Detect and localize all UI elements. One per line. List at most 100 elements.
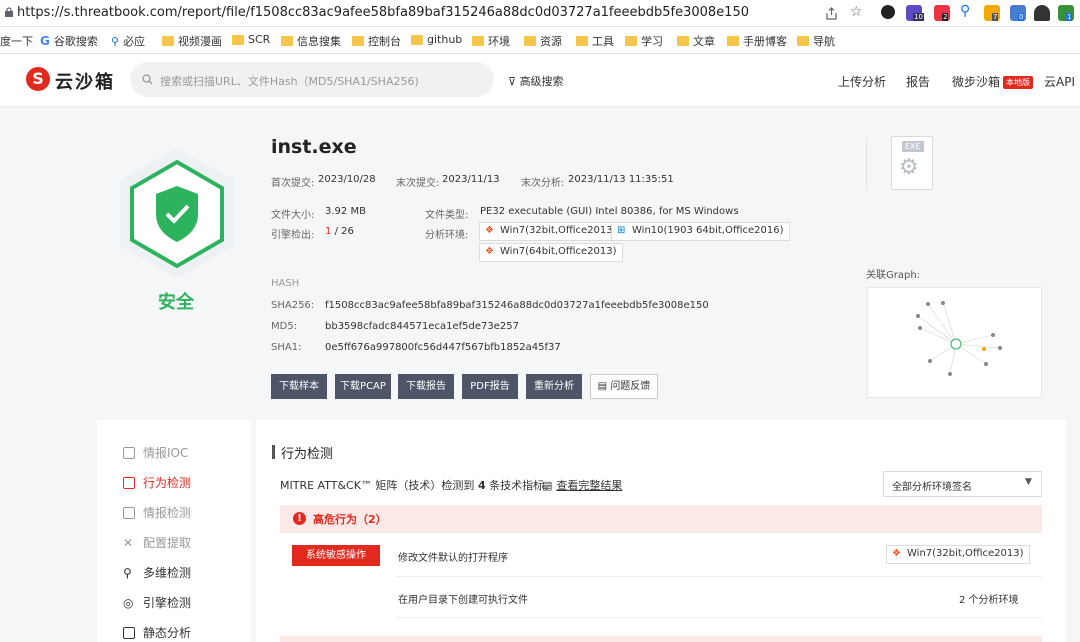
bookmark-item[interactable]: 手册博客 xyxy=(727,33,787,49)
bookmark-item[interactable]: 控制台 xyxy=(352,33,401,49)
md5-value[interactable]: bb3598cfadc844571eca1ef5de73e257 xyxy=(325,321,519,332)
windows-flag-icon: ❖ xyxy=(892,548,901,559)
bookmark-item[interactable]: github xyxy=(411,33,462,46)
browser-address-bar: https://s.threatbook.com/report/file/f15… xyxy=(0,0,1080,27)
behavior-panel: 行为检测 MITRE ATT&CK™ 矩阵（技术）检测到 4 条技术指标。 ▤ 查… xyxy=(256,420,1066,642)
sha256-label: SHA256: xyxy=(271,300,315,311)
site-header: S 云沙箱 搜索或扫描URL、文件Hash（MD5/SHA1/SHA256) ⊽… xyxy=(0,54,1080,106)
url-text[interactable]: https://s.threatbook.com/report/file/f15… xyxy=(17,5,749,20)
last-analysis-label: 末次分析: xyxy=(521,178,565,189)
extension-red-icon[interactable]: 2 xyxy=(934,5,950,21)
bookmark-item[interactable]: 信息搜集 xyxy=(281,33,341,49)
extension-user-icon[interactable] xyxy=(1034,5,1050,21)
bookmark-item[interactable]: 视频漫画 xyxy=(162,33,222,49)
extension-yellow-icon[interactable]: 7 xyxy=(984,5,1000,21)
sha256-value[interactable]: f1508cc83ac9afee58bfa89baf315246a88dc0d0… xyxy=(325,300,709,311)
caret-down-icon: ▼ xyxy=(1025,477,1032,487)
extension-graduation-icon[interactable]: 10 xyxy=(906,5,924,21)
intel-grid-icon xyxy=(123,506,135,519)
static-doc-icon xyxy=(123,626,135,639)
relation-graph[interactable] xyxy=(867,287,1042,398)
engine-detect-label: 引擎检出: xyxy=(271,230,315,241)
env-tag[interactable]: ❖ Win7(64bit,Office2013) xyxy=(479,243,623,262)
env-tag[interactable]: ⊞ Win10(1903 64bit,Office2016) xyxy=(611,222,790,241)
last-submit-value: 2023/11/13 xyxy=(442,174,500,185)
advanced-search-link[interactable]: ⊽ 高级搜索 xyxy=(508,73,564,89)
bookmark-item[interactable]: 资源 xyxy=(524,33,562,49)
bookmark-item[interactable]: ⚲ 必应 xyxy=(111,33,145,49)
search-icon xyxy=(142,74,153,85)
view-full-result-link[interactable]: ▤ 查看完整结果 xyxy=(542,477,622,493)
bookmark-item[interactable]: 环境 xyxy=(472,33,510,49)
sha1-value[interactable]: 0e5ff676a997800fc56d447f567bfb1852a45f37 xyxy=(325,342,561,353)
engine-detect-value[interactable]: 1 / 26 xyxy=(325,226,354,237)
download-report-button[interactable]: 下载报告 xyxy=(398,374,454,399)
last-analysis-value: 2023/11/13 11:35:51 xyxy=(568,174,674,185)
google-icon: G xyxy=(40,34,50,48)
folder-icon xyxy=(797,36,809,46)
last-submit-label: 末次提交: xyxy=(396,178,440,189)
bookmark-item[interactable]: 工具 xyxy=(576,33,614,49)
extension-blue-icon[interactable]: 0 xyxy=(1010,5,1026,21)
bookmark-item[interactable]: G 谷歌搜索 xyxy=(40,33,98,49)
extension-green-icon[interactable]: 1 xyxy=(1058,5,1074,21)
report-sidebar: 情报IOC 行为检测 情报检测 ✕ 配置提取 ⚲ 多维检测 ◎ 引擎检测 静态分析 xyxy=(97,420,251,642)
sidebar-item-behavior[interactable]: 行为检测 xyxy=(123,474,191,491)
folder-icon xyxy=(524,36,536,46)
sidebar-item-config[interactable]: ✕ 配置提取 xyxy=(123,534,191,551)
folder-icon xyxy=(162,36,174,46)
sidebar-item-intel[interactable]: 情报检测 xyxy=(123,504,191,521)
location-pin-icon[interactable]: ⚲ xyxy=(960,3,970,19)
bookmark-item[interactable]: 文章 xyxy=(677,33,715,49)
graph-label: 关联Graph: xyxy=(866,270,921,281)
bookmark-item[interactable]: 学习 xyxy=(625,33,663,49)
env-tag[interactable]: ❖ Win7(32bit,Office2013) xyxy=(479,222,623,241)
sidebar-item-engine[interactable]: ◎ 引擎检测 xyxy=(123,594,191,611)
alert-icon: ! xyxy=(293,512,306,525)
env-count[interactable]: 2 个分析环境 xyxy=(959,591,1019,606)
folder-icon xyxy=(352,36,364,46)
first-submit-value: 2023/10/28 xyxy=(318,174,376,185)
extension-circle-icon[interactable] xyxy=(881,5,895,19)
download-sample-button[interactable]: 下载样本 xyxy=(271,374,327,399)
search-input[interactable]: 搜索或扫描URL、文件Hash（MD5/SHA1/SHA256) xyxy=(130,62,494,97)
folder-icon xyxy=(281,36,293,46)
folder-icon xyxy=(232,34,244,45)
sidebar-item-ioc[interactable]: 情报IOC xyxy=(123,444,188,461)
behavior-row-desc[interactable]: 在用户目录下创建可执行文件 xyxy=(398,591,528,606)
download-pcap-button[interactable]: 下载PCAP xyxy=(335,374,391,399)
bookmark-item[interactable]: 导航 xyxy=(797,33,835,49)
file-size-label: 文件大小: xyxy=(271,210,315,221)
feedback-button[interactable]: ▤ 问题反馈 xyxy=(590,374,658,399)
env-tag[interactable]: ❖ Win7(32bit,Office2013) xyxy=(886,545,1030,564)
document-icon: ▤ xyxy=(542,479,553,492)
nav-upload-analysis[interactable]: 上传分析 xyxy=(838,73,886,90)
folder-icon xyxy=(576,36,588,46)
env-signature-select[interactable]: 全部分析环境签名 ▼ xyxy=(883,471,1042,497)
first-submit-label: 首次提交: xyxy=(271,178,315,189)
bookmark-item[interactable]: 度一下 xyxy=(0,33,33,49)
site-logo-text[interactable]: 云沙箱 xyxy=(55,68,115,94)
feedback-icon: ▤ xyxy=(597,381,608,392)
tools-icon: ✕ xyxy=(123,535,134,550)
gear-icon: ⚙ xyxy=(899,155,919,180)
sidebar-item-static[interactable]: 静态分析 xyxy=(123,624,191,641)
row-divider xyxy=(396,576,1042,577)
file-type-value: PE32 executable (GUI) Intel 80386, for M… xyxy=(480,206,739,217)
bookmark-star-icon[interactable]: ☆ xyxy=(850,4,863,20)
behavior-row-desc[interactable]: 修改文件默认的打开程序 xyxy=(398,549,508,564)
share-icon[interactable] xyxy=(825,7,838,20)
reanalyze-button[interactable]: 重新分析 xyxy=(526,374,582,399)
section-title: 行为检测 xyxy=(281,447,334,462)
logo-icon[interactable]: S xyxy=(26,67,50,91)
nav-cloud-api[interactable]: 云API xyxy=(1044,73,1075,90)
high-risk-header[interactable]: ! 高危行为（2） xyxy=(280,505,1042,533)
md5-label: MD5: xyxy=(271,321,298,332)
windows-flag-icon: ❖ xyxy=(485,246,494,257)
bookmark-item[interactable]: SCR xyxy=(232,33,270,46)
sidebar-item-multidim[interactable]: ⚲ 多维检测 xyxy=(123,564,191,581)
nav-micro-sandbox[interactable]: 微步沙箱 本地版 xyxy=(952,73,1034,90)
pdf-report-button[interactable]: PDF报告 xyxy=(462,374,518,399)
multidim-search-icon: ⚲ xyxy=(123,565,132,580)
nav-report[interactable]: 报告 xyxy=(906,73,930,90)
